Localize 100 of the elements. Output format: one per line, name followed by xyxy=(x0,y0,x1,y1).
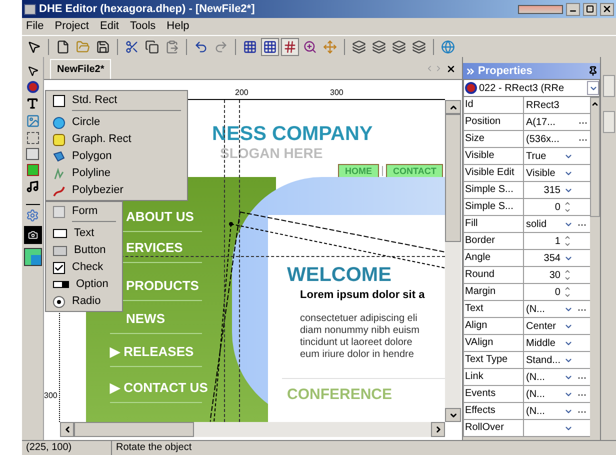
property-name: Visible xyxy=(464,148,524,164)
lead-text: Lorem ipsum dolor sit a xyxy=(300,288,425,303)
scroll-up-button[interactable] xyxy=(445,100,461,114)
property-name: Link xyxy=(464,369,524,385)
property-name: Angle xyxy=(464,250,524,266)
window-title: DHE Editor (hexagora.dhep) - [NewFile2*] xyxy=(39,2,255,17)
scroll-left-button[interactable] xyxy=(60,422,74,437)
polygon-icon xyxy=(53,150,65,162)
vertical-scrollbar[interactable] xyxy=(590,97,600,217)
scroll-right-button[interactable] xyxy=(431,422,445,437)
camera-icon[interactable] xyxy=(24,226,42,244)
ellipsis-icon[interactable] xyxy=(578,120,588,124)
property-name: Text xyxy=(464,301,524,317)
copy-button[interactable] xyxy=(143,38,161,56)
close-button[interactable] xyxy=(600,2,614,16)
menu-item[interactable]: File xyxy=(26,18,44,35)
ellipsis-icon[interactable] xyxy=(578,138,588,140)
property-name: Align xyxy=(464,318,524,334)
gear-icon[interactable] xyxy=(26,209,39,222)
property-value[interactable]: (536x... xyxy=(524,132,562,146)
pin-icon[interactable] xyxy=(588,66,598,76)
document-tab[interactable]: NewFile2* xyxy=(50,59,112,79)
property-value[interactable]: Center xyxy=(524,318,558,334)
property-value[interactable]: Stand... xyxy=(524,352,562,368)
expand-icon[interactable] xyxy=(465,66,476,76)
property-name: RollOver xyxy=(464,420,524,436)
property-value[interactable]: 315 xyxy=(542,182,562,198)
text-field-icon xyxy=(53,229,67,238)
ruler-label: 300 xyxy=(330,87,344,99)
body-text: consectetuer adipiscing eli diam nonummy nibh euism tincidunt ut laoreet dolore eum iriure dolor in hendre xyxy=(300,313,420,361)
property-value[interactable]: 30 xyxy=(547,268,562,282)
property-name: Simple S... xyxy=(464,182,524,198)
property-value[interactable]: 354 xyxy=(542,250,562,266)
checkbox-icon xyxy=(53,262,65,274)
object-selector[interactable]: 022 - RRect3 (RRe xyxy=(463,79,600,97)
menu-item[interactable]: Tools xyxy=(130,18,156,35)
ellipsis-icon[interactable] xyxy=(577,376,588,378)
property-name: Simple S... xyxy=(464,199,524,215)
property-value[interactable]: (N... xyxy=(524,386,547,402)
menu-item[interactable]: Help xyxy=(166,18,190,35)
property-value[interactable]: RRect3 xyxy=(524,98,562,112)
property-value[interactable]: (N... xyxy=(524,370,547,384)
restore-button[interactable] xyxy=(583,2,597,16)
vertical-scrollbar[interactable] xyxy=(445,100,461,422)
text-icon[interactable] xyxy=(26,97,39,110)
menu-item[interactable]: Polyline xyxy=(46,165,187,182)
property-value[interactable]: solid xyxy=(524,216,549,232)
rounded-square-icon xyxy=(53,134,65,146)
music-icon[interactable] xyxy=(26,180,39,193)
selection-icon[interactable] xyxy=(26,132,38,144)
property-name: Fill xyxy=(464,216,524,232)
box-icon[interactable] xyxy=(26,164,38,176)
menu-item[interactable]: Graph. Rect xyxy=(46,131,187,148)
close-icon[interactable] xyxy=(446,64,456,74)
layers-button[interactable] xyxy=(410,38,428,56)
menu-item[interactable]: Polygon xyxy=(46,148,187,165)
globe-button[interactable] xyxy=(439,38,457,56)
property-name: Effects xyxy=(464,403,524,419)
ellipsis-icon[interactable] xyxy=(577,222,588,226)
ellipsis-icon[interactable] xyxy=(577,410,588,412)
property-value[interactable]: Middle xyxy=(524,336,558,350)
property-value[interactable]: True xyxy=(524,148,548,164)
property-value[interactable]: A(17... xyxy=(524,114,558,130)
square-icon xyxy=(53,94,65,106)
menu-item[interactable]: Project xyxy=(54,18,89,35)
property-value[interactable]: 0 xyxy=(552,284,562,300)
menu-item[interactable]: Edit xyxy=(100,18,119,35)
scrollbar-thumb[interactable] xyxy=(445,114,461,242)
menu-item[interactable]: Text xyxy=(46,225,122,242)
property-name: VAlign xyxy=(464,335,524,351)
menu-item[interactable]: Radio xyxy=(46,293,122,310)
pointer-icon[interactable] xyxy=(26,65,38,77)
scrollbar-thumb[interactable] xyxy=(74,422,194,437)
property-value[interactable]: Visible xyxy=(524,166,558,180)
ellipsis-icon[interactable] xyxy=(577,308,588,310)
ellipsis-icon[interactable] xyxy=(577,392,588,396)
property-value[interactable]: 0 xyxy=(552,200,562,214)
button-icon xyxy=(53,246,67,256)
menu-item[interactable]: Option xyxy=(46,276,122,293)
scroll-down-button[interactable] xyxy=(445,408,461,422)
layers-button[interactable] xyxy=(350,38,368,56)
grid-button[interactable] xyxy=(261,38,279,56)
menu-item[interactable]: Button xyxy=(46,242,122,259)
ruler-label: 300 xyxy=(44,390,58,402)
dropdown-icon xyxy=(53,281,69,288)
polyline-icon xyxy=(53,168,65,180)
horizontal-scrollbar[interactable] xyxy=(60,422,445,437)
menu-item[interactable]: Polybezier xyxy=(46,182,187,199)
property-value[interactable]: (N... xyxy=(524,302,547,316)
ruler-label: 200 xyxy=(235,87,248,99)
layers-button[interactable] xyxy=(390,38,408,56)
property-value[interactable]: 1 xyxy=(552,234,562,248)
property-value[interactable]: (N... xyxy=(524,404,547,418)
form-icon[interactable] xyxy=(26,148,39,160)
menu-item[interactable]: Circle xyxy=(46,114,187,131)
hash-button[interactable] xyxy=(281,38,299,56)
layers-button[interactable] xyxy=(370,38,388,56)
color-swatch-icon[interactable] xyxy=(24,248,42,266)
minimize-button[interactable] xyxy=(566,2,580,16)
menu-item[interactable]: Check xyxy=(46,259,122,276)
